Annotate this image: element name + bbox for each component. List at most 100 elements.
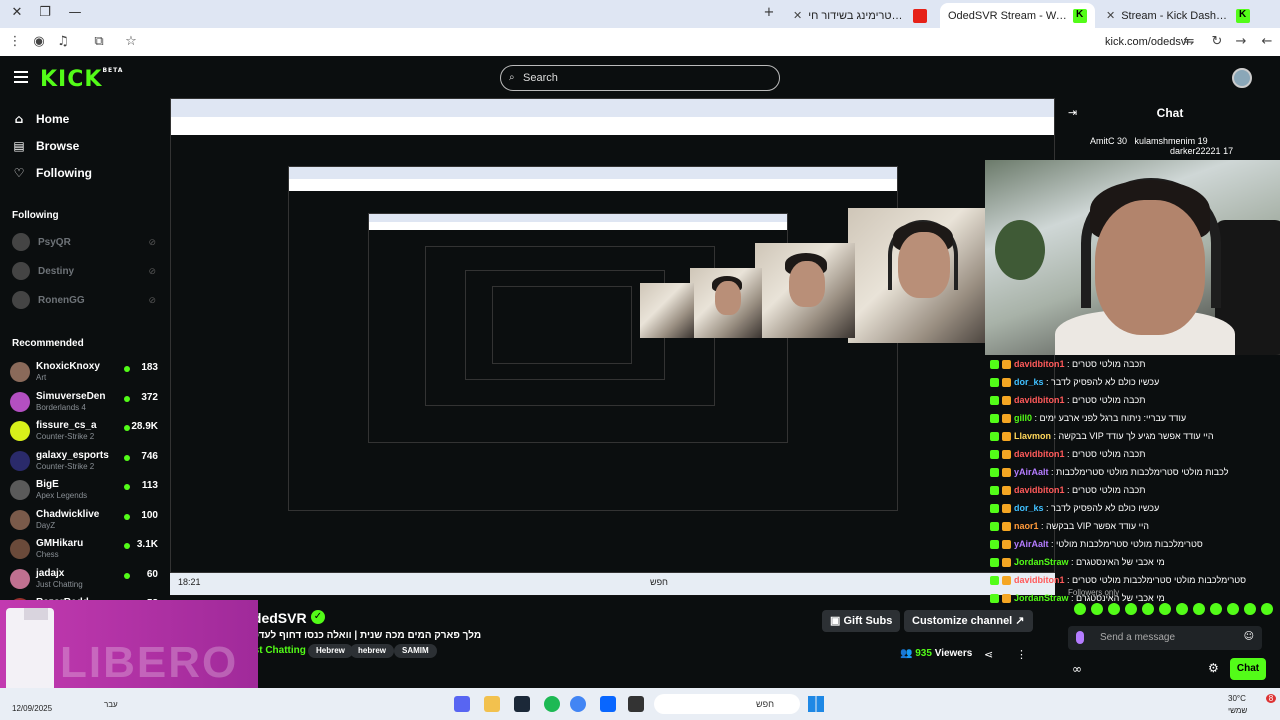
infinity-icon[interactable]: ∞ <box>1072 662 1082 676</box>
hamburger-menu-icon[interactable] <box>14 71 28 83</box>
window-restore-icon[interactable]: ❐ <box>36 5 54 20</box>
tab-kick-dashboard[interactable]: ✕ Stream - Kick Dashboard <box>1098 3 1258 28</box>
gear-icon[interactable]: ⚙ <box>1208 661 1219 675</box>
emote-icon[interactable] <box>1193 603 1205 615</box>
tab-kick-watch[interactable]: OdedSVR Stream - Watch Live <box>940 3 1095 28</box>
customize-channel-button[interactable]: Customize channel ↗ <box>904 610 1033 632</box>
recommended-item[interactable]: galaxy_esports Counter-Strike 2 746 <box>10 449 160 475</box>
emote-icon[interactable] <box>1074 603 1086 615</box>
send-chat-button[interactable]: Chat <box>1230 658 1266 680</box>
chat-username[interactable]: JordanStraw <box>1014 557 1069 567</box>
profile-icon[interactable]: ◉ <box>30 34 48 49</box>
chat-username[interactable]: davidbiton1 <box>1014 575 1065 585</box>
tag[interactable]: hebrew <box>350 644 395 658</box>
chat-header: ⇥ Chat <box>1060 98 1280 128</box>
emote-icon[interactable] <box>1108 603 1120 615</box>
app-icon[interactable] <box>484 696 500 712</box>
menu-dots-icon[interactable]: ⋮ <box>6 34 24 49</box>
chat-input[interactable]: Send a message ☺ <box>1068 626 1262 650</box>
nav-label: Home <box>36 112 70 126</box>
spotify-icon[interactable] <box>544 696 560 712</box>
recommended-item[interactable]: Chadwicklive DayZ 100 <box>10 508 160 534</box>
perfume-bottle-image <box>6 608 54 688</box>
bookmark-star-icon[interactable]: ☆ <box>122 34 140 49</box>
back-icon[interactable]: ← <box>1258 34 1276 49</box>
chat-username[interactable]: dor_ks <box>1014 503 1044 513</box>
search-input[interactable]: ⌕ Search <box>500 65 780 91</box>
window-minimize-icon[interactable]: — <box>66 5 84 20</box>
microphone-icon[interactable] <box>1076 631 1084 644</box>
chat-username[interactable]: Llavmon <box>1014 431 1051 441</box>
emote-icon[interactable] <box>1210 603 1222 615</box>
user-avatar[interactable] <box>1232 68 1252 88</box>
windows-start-icon[interactable] <box>808 696 824 712</box>
extensions-icon[interactable]: ⧉ <box>90 34 108 49</box>
chat-username[interactable]: naor1 <box>1014 521 1039 531</box>
tag[interactable]: Hebrew <box>308 644 353 658</box>
recommended-item[interactable]: jadajx Just Chatting 60 <box>10 567 160 593</box>
recommended-item[interactable]: SimuverseDen Borderlands 4 372 <box>10 390 160 416</box>
recommended-item[interactable]: BigE Apex Legends 113 <box>10 478 160 504</box>
recommended-item[interactable]: fissure_cs_a Counter-Strike 2 28.9K <box>10 419 160 445</box>
nav-home[interactable]: ⌂ Home <box>12 112 70 126</box>
chat-username[interactable]: JordanStraw <box>1014 593 1069 603</box>
chat-username[interactable]: davidbiton1 <box>1014 359 1065 369</box>
reload-icon[interactable]: ↻ <box>1208 34 1226 49</box>
emote-icon[interactable] <box>1159 603 1171 615</box>
tab-close-icon[interactable]: ✕ <box>793 9 802 22</box>
new-tab-button[interactable]: + <box>760 5 778 20</box>
emote-icon[interactable] <box>1142 603 1154 615</box>
emoji-icon[interactable]: ☺ <box>1244 631 1254 642</box>
file-explorer-icon[interactable] <box>628 696 644 712</box>
share-icon[interactable]: ⋖ <box>984 648 993 661</box>
tab-close-icon[interactable]: ✕ <box>1106 9 1115 22</box>
video-player[interactable] <box>170 98 1055 596</box>
emote-icon[interactable] <box>1261 603 1273 615</box>
tag[interactable]: SAMIM <box>394 644 437 658</box>
chat-username[interactable]: dor_ks <box>1014 377 1044 387</box>
following-item[interactable]: Destiny ⊘ <box>12 261 162 281</box>
emote-icon[interactable] <box>1244 603 1256 615</box>
emote-icon[interactable] <box>1091 603 1103 615</box>
nav-following[interactable]: ♡ Following <box>12 166 92 180</box>
recommended-item[interactable]: GMHikaru Chess 3.1K <box>10 537 160 563</box>
recommended-item[interactable]: KnoxicKnoxy Art 183 <box>10 360 160 386</box>
emote-icon[interactable] <box>1176 603 1188 615</box>
forward-icon[interactable]: → <box>1232 34 1250 49</box>
site-settings-icon[interactable]: ⇋ <box>1180 34 1198 49</box>
chat-username[interactable]: davidbiton1 <box>1014 449 1065 459</box>
gift-subs-button[interactable]: ▣ Gift Subs <box>822 610 901 632</box>
more-options-icon[interactable]: ⋮ <box>1016 648 1027 661</box>
notification-badge[interactable]: 8 <box>1266 694 1276 703</box>
url-text[interactable]: kick.com/odedsvr <box>1105 36 1190 48</box>
viewer-count: 183 <box>141 362 158 373</box>
following-item[interactable]: PsyQR ⊘ <box>12 232 162 252</box>
channel-name: fissure_cs_a <box>36 420 97 431</box>
os-search-box[interactable]: חפש <box>654 694 800 714</box>
steam-icon[interactable] <box>514 696 530 712</box>
chat-username[interactable]: yAirAalt <box>1014 467 1049 477</box>
viewer-count: 746 <box>141 450 158 462</box>
chrome-icon[interactable] <box>570 696 586 712</box>
chat-message: dor_ks : עכשיו כולם לא להפסיק לדבר <box>990 377 1280 388</box>
chat-username[interactable]: davidbiton1 <box>1014 485 1065 495</box>
badge-icon <box>1002 414 1011 424</box>
language-indicator[interactable]: עבר <box>104 700 118 709</box>
chat-username[interactable]: yAirAalt <box>1014 539 1049 549</box>
captured-taskbar: 18:21 חפש <box>170 573 1055 595</box>
window-close-icon[interactable]: ✕ <box>8 5 26 20</box>
media-icon[interactable]: ♫ <box>54 34 72 49</box>
emote-icon[interactable] <box>1227 603 1239 615</box>
chat-username[interactable]: gill0 <box>1014 413 1032 423</box>
following-item[interactable]: RonenGG ⊘ <box>12 290 162 310</box>
meta-icon[interactable] <box>600 696 616 712</box>
discord-icon[interactable] <box>454 696 470 712</box>
nav-browse[interactable]: ▤ Browse <box>12 139 79 153</box>
kick-logo[interactable]: KICKBETA <box>40 67 123 92</box>
chat-username[interactable]: davidbiton1 <box>1014 395 1065 405</box>
tab-youtube-studio[interactable]: ✕ סטרימינג בשידור חי - Studio <box>785 3 935 28</box>
emote-icon[interactable] <box>1125 603 1137 615</box>
tab-label: OdedSVR Stream - Watch Live <box>948 9 1067 22</box>
avatar <box>12 233 30 251</box>
external-link-icon: ↗ <box>1012 615 1025 627</box>
